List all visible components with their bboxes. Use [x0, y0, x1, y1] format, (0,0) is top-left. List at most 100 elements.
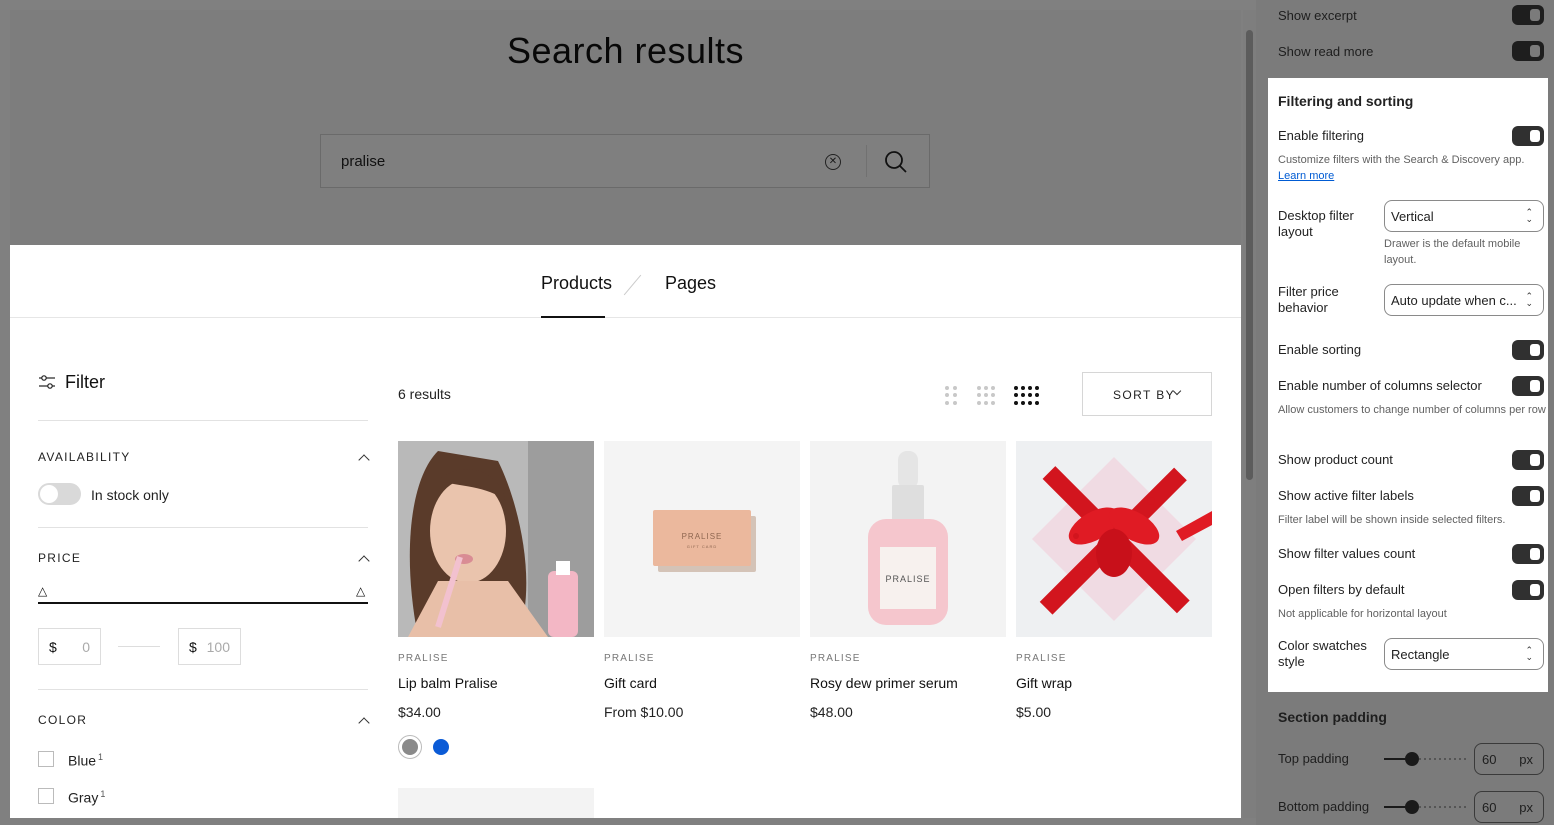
grid-4-columns-icon[interactable]	[1014, 386, 1039, 406]
swatch-blue[interactable]	[429, 735, 453, 759]
result-tabs: Products Pages	[10, 245, 1241, 318]
tab-pages[interactable]: Pages	[665, 273, 716, 294]
select-value: Auto update when c...	[1391, 293, 1517, 308]
active-labels-label: Show active filter labels	[1278, 488, 1414, 503]
product-title[interactable]: Rosy dew primer serum	[810, 675, 958, 691]
desktop-layout-help: Drawer is the default mobile layout.	[1384, 238, 1521, 266]
color-title[interactable]: COLOR	[38, 713, 87, 727]
product-vendor: PRALISE	[398, 653, 449, 664]
price-min-field[interactable]: $ 0	[38, 628, 101, 665]
product-count-toggle[interactable]	[1512, 450, 1544, 470]
columns-selector-label: Enable number of columns selector	[1278, 378, 1482, 393]
product-image[interactable]: PRALISE GIFT CARD	[604, 441, 800, 637]
chevron-up-icon[interactable]	[358, 454, 370, 466]
open-default-help: Not applicable for horizontal layout	[1278, 608, 1447, 620]
price-behavior-label: Filter price behavior	[1278, 284, 1339, 315]
settings-panel: Show excerpt Show read more Filtering an…	[1256, 0, 1554, 825]
price-min-handle[interactable]: △	[38, 584, 47, 598]
swatch-style-select[interactable]: Rectangle ⌃ ⌄	[1384, 638, 1544, 670]
show-read-more-label: Show read more	[1278, 44, 1374, 59]
availability-title[interactable]: AVAILABILITY	[38, 450, 131, 464]
option-label: Gray	[68, 789, 99, 806]
bottom-padding-value: 60	[1482, 800, 1497, 815]
bottle-label: PRALISE	[885, 574, 930, 584]
product-image[interactable]: PRALISE	[810, 441, 1006, 637]
tab-products[interactable]: Products	[541, 273, 612, 294]
price-min-placeholder: 0	[82, 639, 90, 655]
option-count: 1	[100, 789, 106, 799]
gift-card-brand: PRALISE	[682, 532, 723, 541]
product-vendor: PRALISE	[810, 653, 861, 664]
dim-overlay	[10, 10, 1241, 245]
desktop-layout-select[interactable]: Vertical ⌃ ⌄	[1384, 200, 1544, 232]
product-title[interactable]: Gift wrap	[1016, 675, 1072, 691]
gift-card-subtext: GIFT CARD	[687, 544, 717, 549]
swatch-gray[interactable]	[398, 735, 422, 759]
product-image[interactable]	[1016, 441, 1212, 637]
price-behavior-select[interactable]: Auto update when c... ⌃ ⌄	[1384, 284, 1544, 316]
open-default-toggle[interactable]	[1512, 580, 1544, 600]
product-price: $48.00	[810, 704, 853, 720]
show-read-more-toggle[interactable]	[1512, 41, 1544, 61]
learn-more-link[interactable]: Learn more	[1278, 170, 1334, 182]
preview-scrollbar-thumb[interactable]	[1246, 30, 1253, 480]
price-max-field[interactable]: $ 100	[178, 628, 241, 665]
enable-sorting-toggle[interactable]	[1512, 340, 1544, 360]
top-padding-slider-knob[interactable]	[1405, 752, 1419, 766]
divider	[38, 527, 368, 528]
currency-symbol: $	[189, 639, 197, 655]
option-label: Blue	[68, 752, 97, 769]
filter-label: Filter	[65, 372, 105, 392]
product-vendor: PRALISE	[604, 653, 655, 664]
product-title[interactable]: Gift card	[604, 675, 657, 691]
chevron-up-icon[interactable]	[358, 717, 370, 729]
select-value: Rectangle	[1391, 647, 1450, 662]
enable-filtering-toggle[interactable]	[1512, 126, 1544, 146]
active-labels-toggle[interactable]	[1512, 486, 1544, 506]
select-arrows-icon: ⌃ ⌄	[1525, 291, 1533, 308]
active-labels-help: Filter label will be shown inside select…	[1278, 514, 1506, 526]
select-arrows-icon: ⌃ ⌄	[1525, 645, 1533, 662]
price-separator	[118, 646, 160, 647]
product-price: $34.00	[398, 704, 441, 720]
product-count-label: Show product count	[1278, 452, 1393, 467]
price-range-track[interactable]	[38, 602, 368, 604]
results-count: 6 results	[398, 386, 451, 402]
price-max-placeholder: 100	[206, 639, 230, 655]
open-default-label: Open filters by default	[1278, 582, 1405, 597]
price-max-handle[interactable]: △	[356, 584, 365, 598]
columns-selector-toggle[interactable]	[1512, 376, 1544, 396]
select-value: Vertical	[1391, 209, 1434, 224]
in-stock-label: In stock only	[91, 487, 169, 503]
checkbox[interactable]	[38, 751, 54, 767]
top-padding-value: 60	[1482, 752, 1497, 767]
divider	[38, 420, 368, 421]
group-title: Filtering and sorting	[1278, 93, 1414, 109]
grid-3-columns-icon[interactable]	[977, 386, 995, 406]
desktop-layout-label: Desktop filter layout	[1278, 208, 1354, 239]
enable-filtering-label: Enable filtering	[1278, 128, 1364, 143]
divider	[38, 689, 368, 690]
filtering-sorting-group: Filtering and sorting Enable filtering C…	[1268, 78, 1548, 692]
currency-symbol: $	[49, 639, 57, 655]
checkbox[interactable]	[38, 788, 54, 804]
values-count-toggle[interactable]	[1512, 544, 1544, 564]
bottom-padding-unit: px	[1519, 800, 1533, 815]
bottom-padding-slider-knob[interactable]	[1405, 800, 1419, 814]
enable-sorting-label: Enable sorting	[1278, 342, 1362, 357]
sort-label: SORT BY	[1113, 388, 1176, 402]
storefront-preview: Search results ✕ Products Pages Filter	[10, 10, 1241, 818]
in-stock-toggle[interactable]	[38, 483, 81, 505]
sort-by-button[interactable]: SORT BY	[1082, 372, 1212, 416]
grid-2-columns-icon[interactable]	[945, 386, 957, 406]
chevron-up-icon[interactable]	[358, 555, 370, 567]
top-padding-input[interactable]: 60 px	[1474, 743, 1544, 775]
price-title[interactable]: PRICE	[38, 551, 81, 565]
show-excerpt-toggle[interactable]	[1512, 5, 1544, 25]
bottom-padding-input[interactable]: 60 px	[1474, 791, 1544, 823]
product-title[interactable]: Lip balm Pralise	[398, 675, 498, 691]
product-vendor: PRALISE	[1016, 653, 1067, 664]
filtering-help: Customize filters with the Search & Disc…	[1278, 152, 1544, 184]
product-card-partial[interactable]	[398, 788, 594, 818]
product-image[interactable]	[398, 441, 594, 637]
